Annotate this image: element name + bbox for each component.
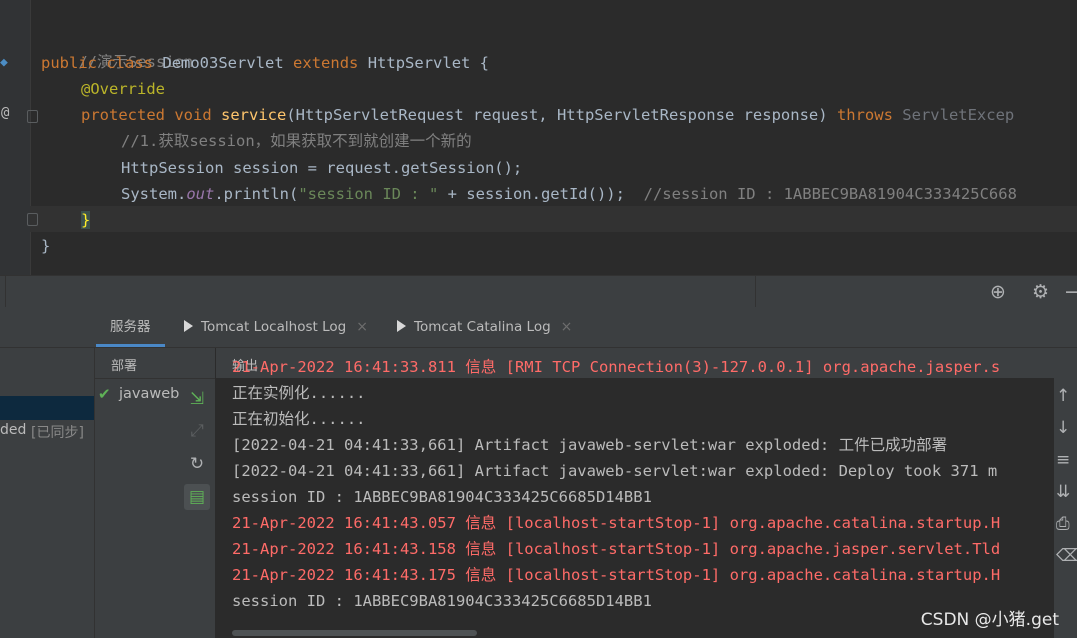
scroll-down-icon[interactable]: ↓ bbox=[1056, 418, 1070, 438]
services-tree[interactable] bbox=[0, 348, 95, 638]
out-field: out bbox=[186, 185, 215, 203]
output-line: [2022-04-21 04:41:33,661] Artifact javaw… bbox=[232, 436, 948, 454]
minimize-icon[interactable]: − bbox=[1064, 276, 1077, 308]
override-annotation: @Override bbox=[81, 80, 165, 98]
keyword-throws: throws bbox=[836, 106, 893, 124]
terminal-icon bbox=[184, 320, 193, 332]
code-line-5: //1.获取session，如果获取不到就创建一个新的 bbox=[121, 128, 472, 154]
toolbar-divider bbox=[755, 276, 756, 308]
keyword-class: class bbox=[106, 54, 154, 72]
toolbar-divider bbox=[5, 276, 6, 308]
code-comment: //session ID : 1ABBEC9BA81904C333425C668 bbox=[643, 185, 1017, 203]
code-line-9: } bbox=[41, 233, 50, 259]
gear-icon[interactable]: ⚙ bbox=[1032, 276, 1049, 308]
deployment-panel: 部署 ✔ javaweb ⇲ ⤢ ↻ ▤ bbox=[95, 348, 216, 638]
closing-brace: } bbox=[41, 237, 51, 255]
output-panel[interactable]: 输出 21-Apr-2022 16:41:33.811 信息 [RMI TCP … bbox=[216, 348, 1077, 638]
keyword-public: public bbox=[41, 54, 97, 72]
close-icon[interactable]: × bbox=[356, 319, 368, 335]
method-params: (HttpServletRequest request, HttpServlet… bbox=[286, 106, 828, 124]
output-line: 21-Apr-2022 16:41:43.057 信息 [localhost-s… bbox=[232, 514, 1001, 532]
override-marker-icon[interactable]: @ bbox=[1, 105, 9, 121]
code-editor[interactable]: ◆ @ //演示Session public class Demo03Servl… bbox=[0, 0, 1077, 275]
output-line: 21-Apr-2022 16:41:43.158 信息 [localhost-s… bbox=[232, 540, 1001, 558]
get-session-statement: HttpSession session = request.getSession… bbox=[121, 159, 523, 177]
clear-icon[interactable]: ⌫ bbox=[1056, 546, 1077, 566]
output-line: 21-Apr-2022 16:41:43.175 信息 [localhost-s… bbox=[232, 566, 1001, 584]
tab-label: 服务器 bbox=[110, 319, 151, 335]
class-name: Demo03Servlet bbox=[162, 54, 284, 72]
fold-end-icon[interactable] bbox=[27, 213, 38, 226]
deployment-name: javaweb bbox=[119, 386, 180, 402]
system-class: System. bbox=[121, 185, 187, 203]
check-icon: ✔ bbox=[98, 385, 111, 403]
method-name: service bbox=[221, 106, 287, 124]
tab-label: Tomcat Localhost Log bbox=[201, 319, 347, 335]
output-line: session ID : 1ABBEC9BA81904C333425C6685D… bbox=[232, 592, 652, 610]
print-icon[interactable]: ⎙ bbox=[1056, 514, 1070, 534]
string-literal: "session ID : " bbox=[298, 185, 439, 203]
run-servlet-icon[interactable]: ◆ bbox=[0, 55, 8, 70]
code-line-6: HttpSession session = request.getSession… bbox=[121, 155, 522, 181]
sync-status: [已同步] bbox=[31, 425, 84, 441]
tab-label: Tomcat Catalina Log bbox=[414, 319, 551, 335]
tool-window-toolbar: ⊕ ⚙ − bbox=[0, 275, 1077, 308]
tool-window-tabs: 服务器 Tomcat Localhost Log × Tomcat Catalin… bbox=[0, 307, 1077, 348]
deployment-item-javaweb[interactable]: ✔ javaweb bbox=[97, 385, 185, 407]
code-comment: //1.获取session，如果获取不到就创建一个新的 bbox=[121, 132, 472, 150]
scroll-up-icon[interactable]: ↑ bbox=[1056, 386, 1070, 406]
tab-server[interactable]: 服务器 bbox=[96, 307, 165, 347]
keyword-protected: protected bbox=[81, 106, 165, 124]
code-line-1: //演示Session bbox=[41, 23, 193, 71]
artifact-label: ded bbox=[0, 422, 27, 438]
code-line-4: protected void service(HttpServletReques… bbox=[81, 102, 1014, 128]
refresh-icon[interactable]: ↻ bbox=[184, 451, 210, 477]
undeploy-icon[interactable]: ⤢ bbox=[184, 418, 210, 444]
fold-method-icon[interactable] bbox=[27, 110, 38, 123]
deploy-icon[interactable]: ⇲ bbox=[184, 386, 210, 412]
editor-gutter[interactable] bbox=[0, 0, 30, 275]
output-line: 正在实例化...... bbox=[232, 384, 366, 402]
update-deploy-icon[interactable]: ▤ bbox=[184, 484, 210, 510]
output-line: 正在初始化...... bbox=[232, 410, 366, 428]
output-toolbar: ↑ ↓ ≡ ⇊ ⎙ ⌫ bbox=[1054, 378, 1077, 638]
deployment-title: 部署 bbox=[111, 359, 138, 374]
tab-tomcat-localhost-log[interactable]: Tomcat Localhost Log × bbox=[184, 307, 368, 347]
exception-type: ServletExcep bbox=[902, 106, 1015, 124]
watermark: CSDN @小猪.get bbox=[920, 610, 1059, 630]
tree-item-artifact[interactable]: ded [已同步] bbox=[0, 422, 94, 442]
soft-wrap-icon[interactable]: ≡ bbox=[1056, 450, 1070, 470]
horizontal-scrollbar[interactable] bbox=[232, 630, 477, 636]
gutter-divider bbox=[30, 0, 31, 275]
tab-tomcat-catalina-log[interactable]: Tomcat Catalina Log × bbox=[397, 307, 572, 347]
current-line-highlight bbox=[30, 206, 1077, 232]
target-icon[interactable]: ⊕ bbox=[990, 276, 1006, 308]
println-call: .println( bbox=[214, 185, 299, 203]
deployment-header: 部署 bbox=[95, 348, 215, 379]
code-line-2: public class Demo03Servlet extends HttpS… bbox=[41, 50, 489, 76]
output-line: session ID : 1ABBEC9BA81904C333425C6685D… bbox=[232, 488, 652, 506]
code-line-3: @Override bbox=[81, 76, 165, 102]
selected-tree-row[interactable] bbox=[0, 396, 94, 420]
parent-class: HttpServlet { bbox=[367, 54, 490, 72]
keyword-void: void bbox=[174, 106, 212, 124]
getid-call: + session.getId()); bbox=[438, 185, 625, 203]
code-line-7: System.out.println("session ID : " + ses… bbox=[121, 181, 1017, 207]
keyword-extends: extends bbox=[293, 54, 359, 72]
terminal-icon bbox=[397, 320, 406, 332]
output-line: [2022-04-21 04:41:33,661] Artifact javaw… bbox=[232, 462, 998, 480]
scroll-to-end-icon[interactable]: ⇊ bbox=[1056, 482, 1070, 502]
close-icon[interactable]: × bbox=[561, 319, 573, 335]
output-line: 21-Apr-2022 16:41:33.811 信息 [RMI TCP Con… bbox=[232, 358, 1001, 376]
code-line-8: } bbox=[81, 207, 91, 233]
closing-brace-highlight: } bbox=[81, 211, 91, 229]
